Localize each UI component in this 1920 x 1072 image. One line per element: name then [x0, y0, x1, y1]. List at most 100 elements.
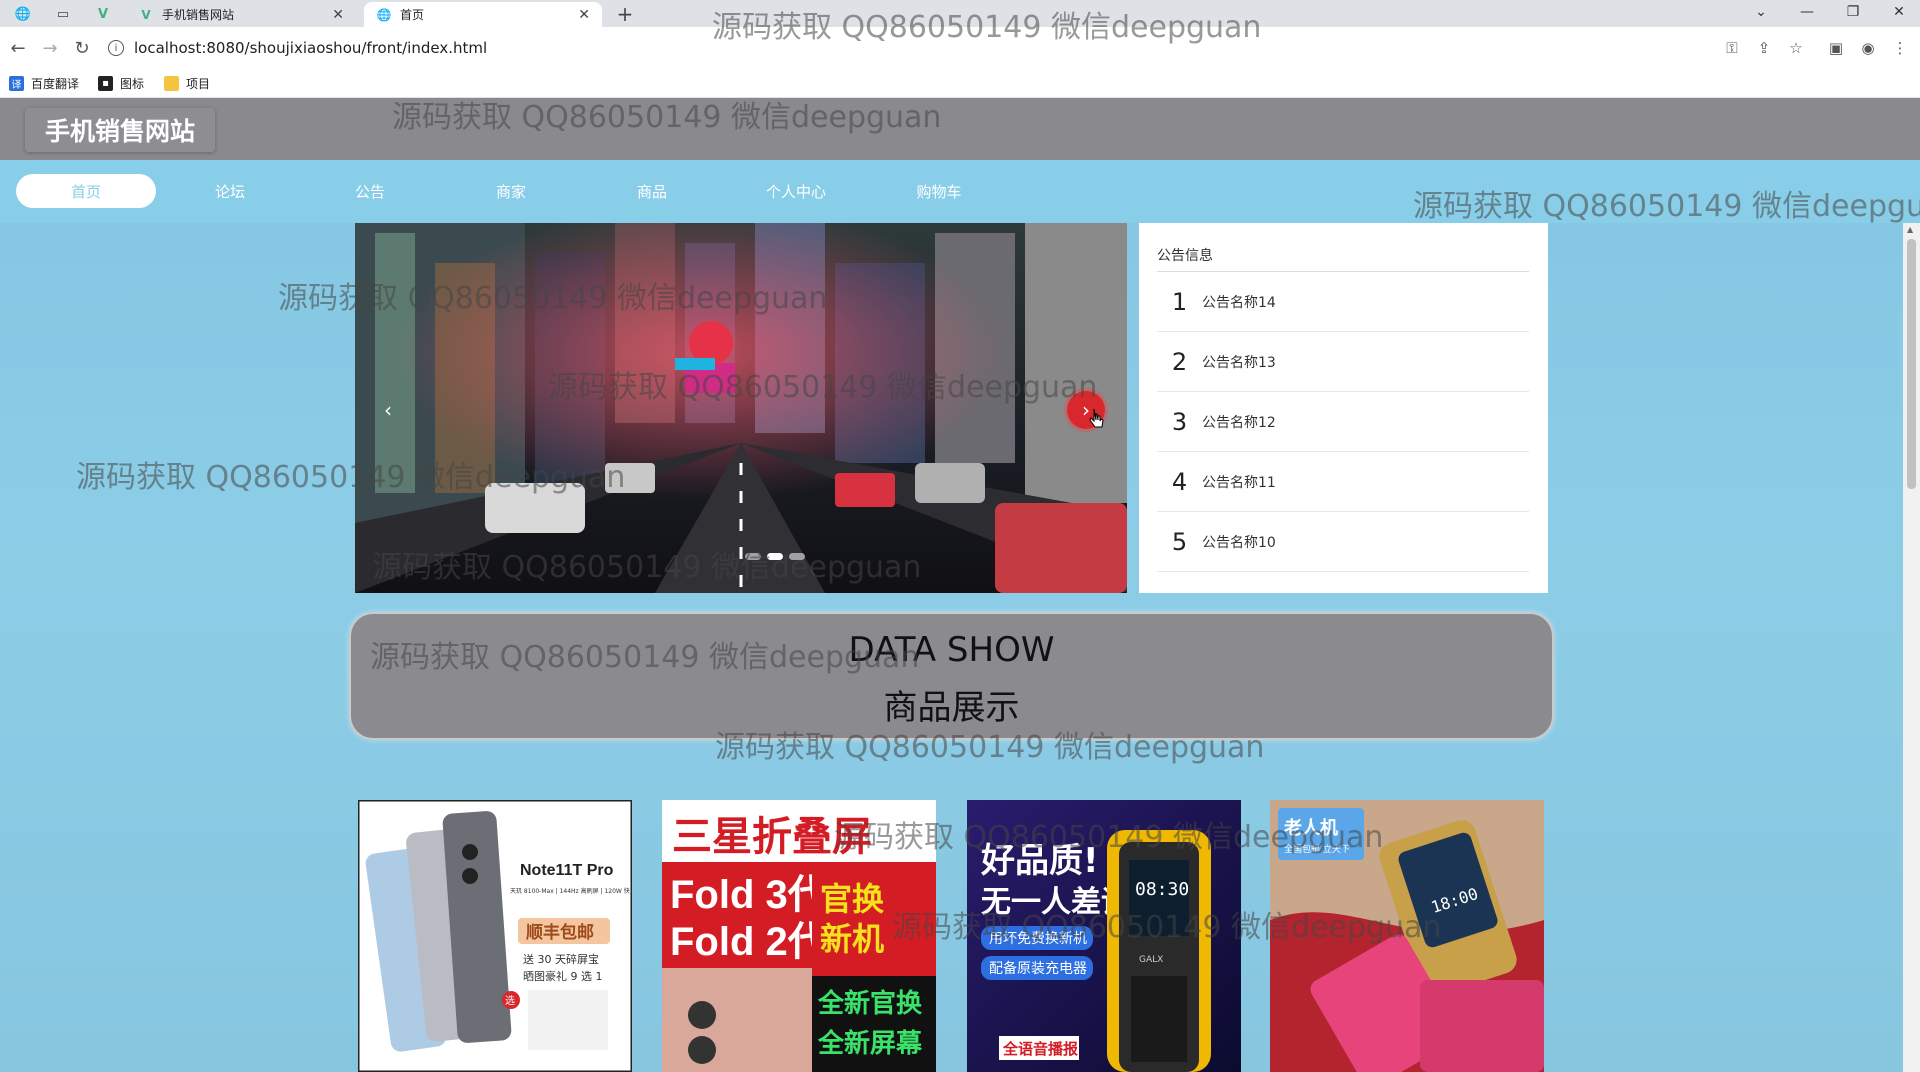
notice-name: 公告名称12	[1202, 414, 1276, 431]
address-bar: ← → ↻ i localhost:8080/shoujixiaoshou/fr…	[0, 27, 1920, 68]
product-text: 三星折叠屏	[672, 814, 872, 860]
close-icon[interactable]: ✕	[332, 7, 344, 23]
close-icon[interactable]: ✕	[578, 7, 590, 23]
minimize-button[interactable]: —	[1784, 0, 1830, 24]
tab-title: 首页	[400, 8, 425, 22]
chevron-up-icon[interactable]: ▲	[1907, 225, 1913, 234]
vue-icon[interactable]: V	[84, 3, 122, 25]
product-text: 送 30 天碎屏宝	[523, 952, 599, 966]
notice-number: 1	[1171, 287, 1188, 316]
notice-number: 4	[1171, 467, 1188, 496]
product-text: 新机	[820, 920, 884, 958]
site-header: 手机销售网站	[0, 98, 1920, 160]
product-card[interactable]: Note11T Pro 天玑 8100-Max | 144Hz 高刷屏 | 12…	[358, 800, 632, 1072]
product-text: Note11T Pro	[520, 862, 614, 879]
forward-button[interactable]: →	[38, 36, 62, 60]
nav-item-cart[interactable]: 购物车	[869, 174, 1009, 208]
product-text: Fold 2代	[670, 920, 828, 964]
product-text: 晒图豪礼 9 选 1	[523, 969, 603, 983]
carousel-dot[interactable]	[745, 553, 761, 560]
notice-item[interactable]: 2 公告名称13	[1157, 332, 1529, 392]
product-text: 老人机	[1284, 817, 1338, 839]
folder-icon	[164, 75, 179, 91]
scrollbar-thumb[interactable]	[1907, 239, 1916, 489]
new-tab-button[interactable]: +	[612, 2, 638, 26]
product-text: 08:30	[1135, 879, 1189, 900]
notice-number: 3	[1171, 407, 1188, 436]
share-icon[interactable]: ⇪	[1752, 36, 1776, 60]
nav-item-forum[interactable]: 论坛	[160, 174, 300, 208]
banner-carousel[interactable]: ‹ ›	[355, 223, 1127, 593]
star-icon[interactable]: ☆	[1784, 36, 1808, 60]
product-text: 选	[505, 994, 515, 1007]
tab-title: 手机销售网站	[162, 8, 235, 22]
data-show-title-en: DATA SHOW	[848, 630, 1055, 670]
info-icon[interactable]: i	[108, 40, 124, 56]
notice-name: 公告名称11	[1202, 474, 1276, 491]
key-icon[interactable]: ⚿	[1720, 36, 1744, 60]
nav-item-profile[interactable]: 个人中心	[726, 174, 866, 208]
product-image: Note11T Pro 天玑 8100-Max | 144Hz 高刷屏 | 12…	[358, 800, 632, 1072]
notice-panel: 公告信息 1 公告名称14 2 公告名称13 3 公告名称12 4 公告名称11…	[1139, 223, 1548, 593]
site-nav: 首页 论坛 公告 商家 商品 个人中心 购物车	[0, 160, 1920, 223]
nav-item-products[interactable]: 商品	[582, 174, 722, 208]
bookmark-item[interactable]: 项目	[164, 73, 210, 93]
product-text: 全新屏幕	[817, 1028, 923, 1059]
notice-item[interactable]: 4 公告名称11	[1157, 452, 1529, 512]
browser-tab-bar: 🌐 ▭ V V 手机销售网站 ✕ 🌐 首页 ✕ + ⌄ — ❐ ✕	[0, 0, 1920, 27]
carousel-dot[interactable]	[767, 553, 783, 560]
nav-item-notice[interactable]: 公告	[300, 174, 440, 208]
bookmark-item[interactable]: 译 百度翻译	[9, 73, 79, 93]
notice-item[interactable]: 1 公告名称14	[1157, 272, 1529, 332]
notice-name: 公告名称10	[1202, 534, 1276, 551]
product-text: 配备原装充电器	[989, 960, 1087, 977]
profile-icon[interactable]: ◉	[1856, 36, 1880, 60]
tab-site[interactable]: V 手机销售网站 ✕	[126, 2, 356, 27]
image-icon: ▪	[98, 75, 113, 91]
bookmark-label: 图标	[120, 76, 145, 91]
notice-number: 2	[1171, 347, 1188, 376]
product-card[interactable]: 老人机 全国包邮 立天下 18:00	[1270, 800, 1544, 1072]
sidepanel-icon[interactable]: ▣	[1824, 36, 1848, 60]
bookmark-label: 项目	[186, 76, 211, 91]
restore-button[interactable]: ❐	[1830, 0, 1876, 24]
notice-title: 公告信息	[1157, 245, 1529, 272]
translate-icon: 译	[9, 75, 24, 91]
vue-icon: V	[141, 7, 151, 22]
product-card[interactable]: 三星折叠屏 Fold 3代 Fold 2代 官换 新机 全新官换 全新屏幕	[662, 800, 936, 1072]
carousel-prev-button[interactable]: ‹	[369, 391, 407, 429]
notice-name: 公告名称14	[1202, 294, 1276, 311]
chevron-down-icon[interactable]: ⌄	[1738, 0, 1784, 24]
carousel-dot[interactable]	[789, 553, 805, 560]
notice-item[interactable]: 3 公告名称12	[1157, 392, 1529, 452]
window-icon[interactable]: ▭	[44, 3, 82, 25]
product-card[interactable]: 好品质! 无一人差评 用坏免费换新机 配备原装充电器 全语音播报 08:30 G…	[967, 800, 1241, 1072]
nav-item-home[interactable]: 首页	[16, 174, 156, 208]
nav-item-merchant[interactable]: 商家	[441, 174, 581, 208]
tab-home[interactable]: 🌐 首页 ✕	[364, 2, 602, 27]
data-show-title-cn: 商品展示	[883, 688, 1020, 728]
product-text: 好品质!	[980, 841, 1099, 881]
menu-icon[interactable]: ⋮	[1888, 36, 1912, 60]
carousel-indicators	[745, 553, 805, 560]
notice-name: 公告名称13	[1202, 354, 1276, 371]
mouse-cursor-icon	[1089, 408, 1104, 428]
product-image: 三星折叠屏 Fold 3代 Fold 2代 官换 新机 全新官换 全新屏幕	[662, 800, 936, 1072]
product-text: 顺丰包邮	[526, 922, 594, 943]
product-image: 好品质! 无一人差评 用坏免费换新机 配备原装充电器 全语音播报 08:30 G…	[967, 800, 1241, 1072]
reload-button[interactable]: ↻	[70, 36, 94, 60]
url-field[interactable]: i localhost:8080/shoujixiaoshou/front/in…	[108, 33, 1748, 63]
notice-number: 5	[1171, 527, 1188, 556]
product-text: 全语音播报	[1002, 1040, 1078, 1058]
url-text: localhost:8080/shoujixiaoshou/front/inde…	[134, 39, 488, 57]
product-text: 全新官换	[817, 988, 923, 1019]
product-text: GALX	[1139, 955, 1163, 965]
page-scrollbar[interactable]: ▲	[1903, 223, 1920, 1072]
site-title[interactable]: 手机销售网站	[25, 108, 216, 152]
notice-item[interactable]: 5 公告名称10	[1157, 512, 1529, 572]
product-image: 老人机 全国包邮 立天下 18:00	[1270, 800, 1544, 1072]
back-button[interactable]: ←	[6, 36, 30, 60]
globe-icon[interactable]: 🌐	[4, 3, 42, 25]
bookmark-item[interactable]: ▪ 图标	[98, 73, 144, 93]
close-window-button[interactable]: ✕	[1876, 0, 1920, 24]
